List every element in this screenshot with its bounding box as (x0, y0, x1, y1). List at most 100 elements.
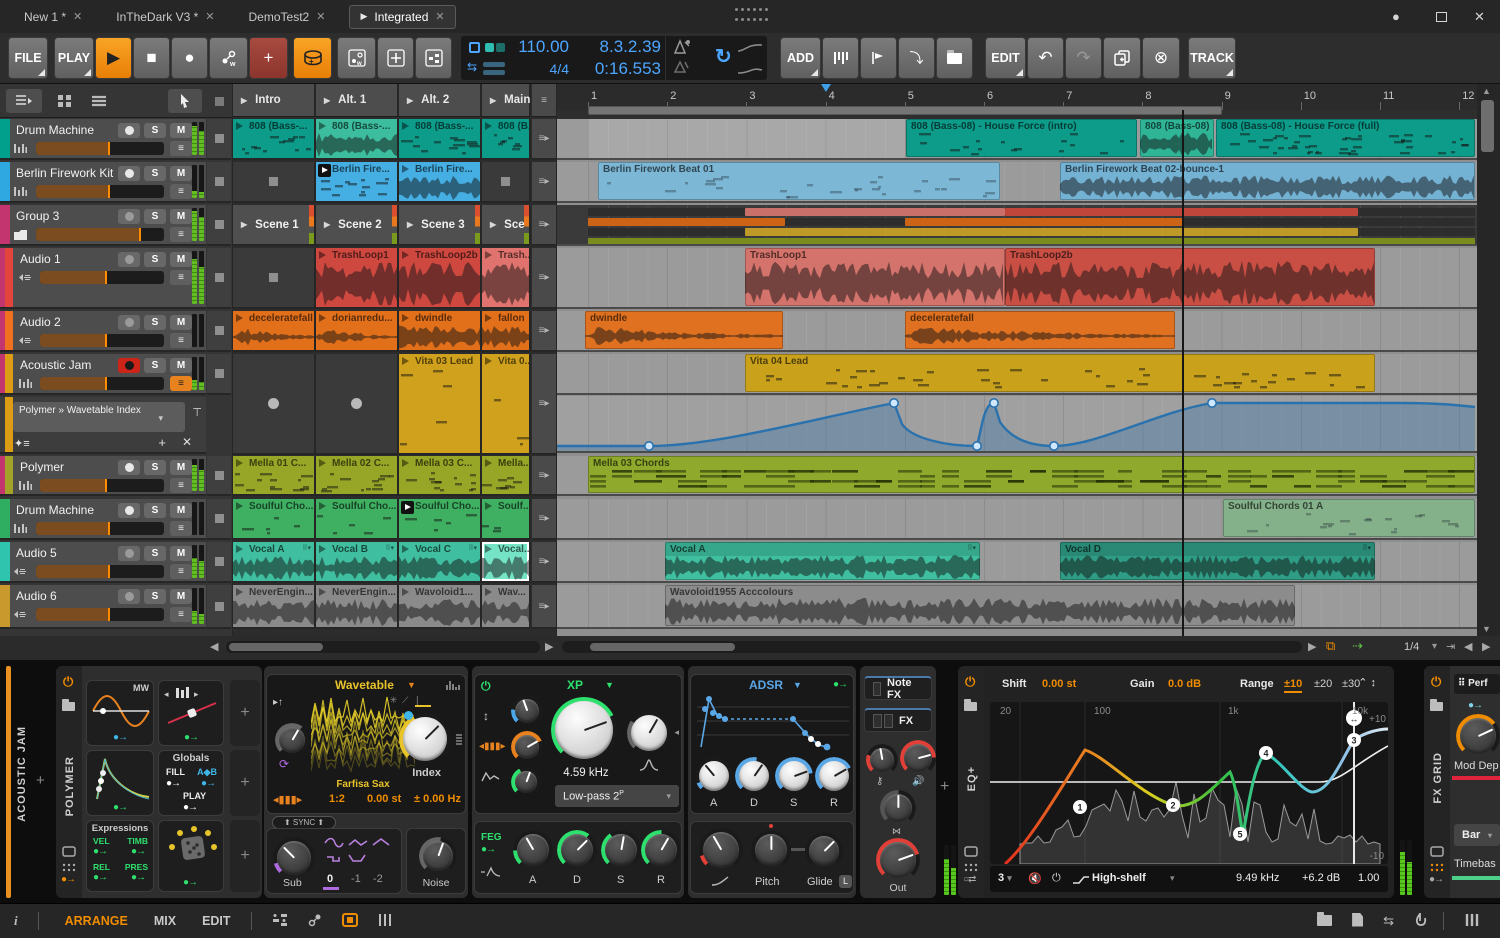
overdub-button[interactable]: + (249, 37, 288, 79)
steps-mod-arrow-icon[interactable]: ●→ (184, 732, 199, 743)
modulator-steps-cell[interactable]: ◂ ▸ ●→ (158, 680, 224, 746)
volume-fader[interactable] (36, 142, 164, 155)
eq-shift-value[interactable]: 0.00 st (1042, 678, 1076, 690)
eq-graph[interactable]: ↔ 1 2 3 4 5 20 100 1k 10k +10 -10 (990, 702, 1388, 864)
pointer-tool-icon[interactable] (168, 89, 202, 113)
touch-icon[interactable] (1414, 912, 1427, 930)
arranger-clip[interactable]: Vita 04 Lead (745, 354, 1375, 392)
arranger-clip[interactable]: 808 (Bass-08) - House Force (full) (1216, 119, 1475, 157)
track-stop-cell[interactable] (207, 542, 231, 583)
mix-view-button[interactable]: MIX (154, 914, 176, 928)
automation-lane[interactable] (557, 396, 1477, 453)
inspector-panel-icon[interactable] (1352, 912, 1364, 930)
project-tab[interactable]: New 1 * ✕ (14, 5, 92, 29)
arranger-track-lane[interactable]: TrashLoop1 TrashLoop2b (557, 248, 1477, 309)
feg-mod-arrow-icon[interactable]: ●→ (481, 844, 496, 855)
scene-alt-menu[interactable]: ≡▸ (532, 248, 556, 309)
noise-knob[interactable] (419, 837, 457, 875)
arrange-view-button[interactable]: ARRANGE (65, 914, 128, 928)
key-pressure-knob[interactable] (866, 744, 898, 776)
arm-button[interactable] (118, 315, 140, 330)
wt-position-knob[interactable] (275, 723, 309, 757)
play-mod-arrow-icon[interactable]: ●→ (183, 802, 198, 813)
launcher-clip[interactable]: TrashLoop1 (316, 248, 399, 309)
mute-button[interactable]: M (170, 503, 192, 518)
follow-playhead-icon[interactable]: ⇢ (1352, 638, 1363, 654)
automation-point[interactable] (971, 440, 982, 451)
arranger-clip[interactable]: dwindle (585, 311, 783, 349)
eq-band-power-icon[interactable]: ⏻ (1052, 872, 1061, 885)
stop-clips-icon[interactable] (214, 557, 224, 566)
clip-slot[interactable]: ▶ Scene 3 (399, 205, 482, 246)
launcher-clip[interactable]: Mella 01 C... (233, 456, 316, 496)
eq-solo-icon[interactable]: ⌃ ↕ (1358, 676, 1376, 689)
edit-view-button[interactable]: EDIT (202, 914, 230, 928)
launcher-clip[interactable]: NeverEngin... (233, 585, 316, 629)
arranger-track-lane[interactable]: 808 (Bass-08) - House Force (intro) 808 (… (557, 119, 1477, 160)
zoom-level-value[interactable]: 1/4 (1404, 641, 1419, 653)
pres-mod-arrow-icon[interactable]: ●→ (131, 872, 146, 883)
clip-play-icon[interactable] (485, 251, 492, 259)
arm-button[interactable] (118, 166, 140, 181)
eq-power-icon[interactable]: ⏻ (965, 674, 975, 690)
scene-alt-menu[interactable]: ≡▸ (532, 162, 556, 203)
clip-play-icon[interactable] (485, 122, 492, 130)
arranger-scroll-right-icon[interactable]: ▶ (1308, 640, 1316, 653)
clip-play-icon[interactable] (402, 314, 409, 322)
track-menu-button[interactable]: ≡ (170, 607, 192, 622)
vertical-scrollbar[interactable]: ▲ ▼ (1477, 84, 1498, 636)
track-row[interactable]: Audio 2 S M ≡ (0, 311, 206, 352)
solo-button[interactable]: S (144, 358, 166, 373)
xp-mode-select[interactable]: Low-pass 2P ▾ (555, 785, 679, 807)
clip-play-icon[interactable] (485, 314, 492, 322)
fill-mod-arrow-icon[interactable]: ●→ (166, 778, 181, 789)
fxgrid-power-icon[interactable]: ⏻ (1431, 674, 1441, 690)
clip-play-icon[interactable] (236, 545, 243, 553)
track-menu-button[interactable]: ≡ (170, 521, 192, 536)
track-row[interactable]: Polymer S M ≡ (0, 456, 206, 496)
play-start-marker[interactable] (820, 84, 831, 92)
adsr-mod-arrow-icon[interactable]: ●→ (833, 679, 848, 690)
eq-preset-icon[interactable] (964, 698, 977, 716)
track-row[interactable]: Audio 6 S M ≡ (0, 585, 206, 629)
clip-slot[interactable] (233, 248, 316, 309)
launcher-clip[interactable]: 808 (Bass-... (233, 119, 316, 160)
zoom-out-icon[interactable]: ◀ (1464, 640, 1472, 653)
mute-button[interactable]: M (170, 589, 192, 604)
mod-slot-add-1[interactable]: + (230, 680, 260, 746)
polymer-device-name[interactable]: POLYMER (64, 756, 76, 816)
clip-slot[interactable] (233, 162, 316, 203)
clip-play-icon[interactable] (402, 165, 409, 173)
lfo-mod-arrow-icon[interactable]: ●→ (113, 732, 128, 743)
velocity-depth-knob[interactable] (900, 740, 936, 776)
xp-title[interactable]: XP (567, 678, 583, 692)
eq-band-q[interactable]: 1.00 (1358, 872, 1379, 884)
mute-button[interactable]: M (170, 546, 192, 561)
arranger-track-lane[interactable]: Wavoloid1955 Acccolours (557, 585, 1477, 629)
project-tab[interactable]: InTheDark V3 * ✕ (106, 5, 224, 29)
delete-button[interactable]: ⊗ (1142, 37, 1180, 79)
stop-clips-icon[interactable] (214, 369, 224, 378)
scroll-down-icon[interactable]: ▼ (1482, 624, 1491, 634)
clip-play-icon[interactable] (319, 251, 326, 259)
eq-band-mute-icon[interactable]: 🔇 (1028, 872, 1042, 885)
fxgrid-preset-icon[interactable] (1430, 698, 1443, 716)
track-row[interactable]: Group 3 S M ≡ (0, 205, 206, 246)
file-menu-button[interactable]: FILE (8, 37, 48, 79)
track-row[interactable]: Berlin Firework Kit S M ≡ (0, 162, 206, 203)
clip-play-icon[interactable] (485, 357, 492, 365)
scene-menu-header[interactable]: ≡ (532, 84, 556, 117)
automation-curve[interactable] (557, 396, 1477, 453)
track-stop-cell[interactable] (207, 585, 231, 629)
clip-play-icon[interactable] (319, 459, 326, 467)
track-menu-button[interactable]: ≡ (170, 333, 192, 348)
launcher-scrollbar[interactable] (226, 641, 540, 653)
solo-button[interactable]: S (144, 546, 166, 561)
feg-s-knob[interactable] (601, 830, 641, 870)
track-stop-cell[interactable] (207, 311, 231, 352)
mute-button[interactable]: M (170, 460, 192, 475)
clip-play-icon[interactable] (319, 314, 326, 322)
metronome-icons[interactable] (665, 36, 701, 80)
clip-play-icon[interactable] (236, 459, 243, 467)
loop-icon[interactable]: ↻ (715, 44, 732, 69)
